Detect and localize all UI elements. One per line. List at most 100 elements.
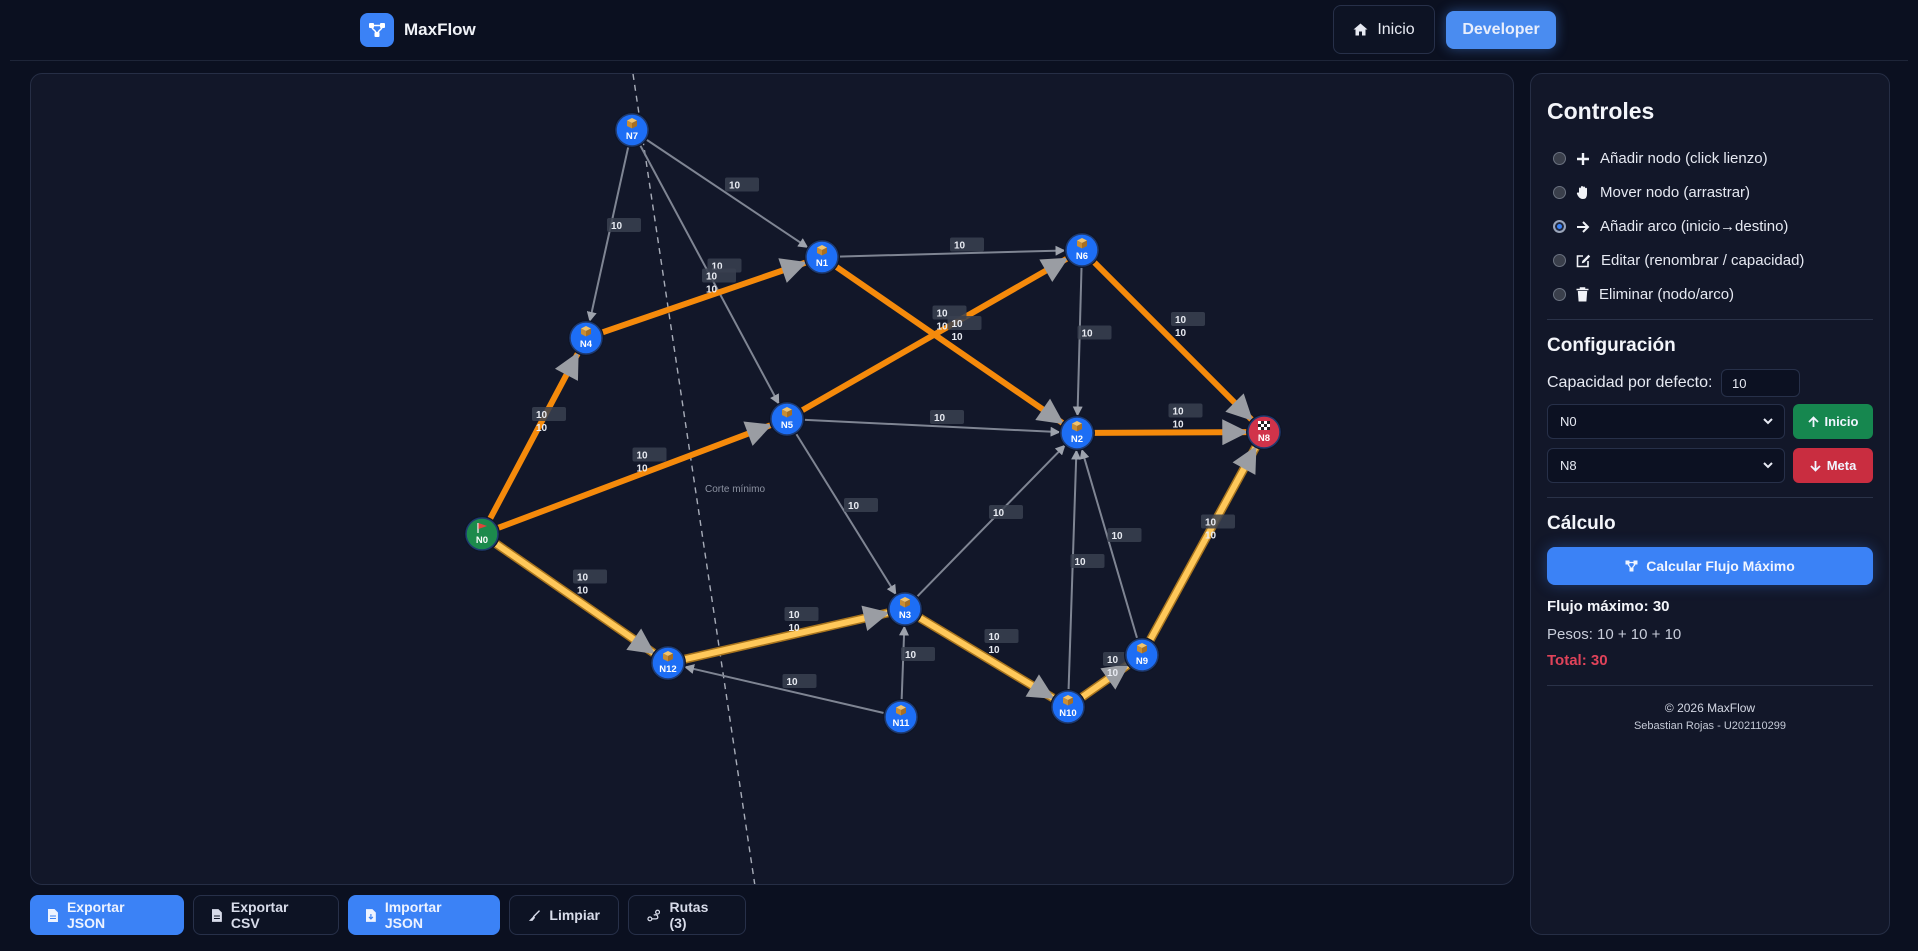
node-N9[interactable]: N9: [1124, 637, 1160, 673]
node-N8[interactable]: N8: [1246, 414, 1282, 450]
calculate-label: Calcular Flujo Máximo: [1646, 558, 1795, 574]
node-N0[interactable]: N0: [464, 516, 500, 552]
node-N1[interactable]: N1: [804, 239, 840, 275]
export-csv-button[interactable]: Exportar CSV: [193, 895, 339, 935]
edge-line[interactable]: [1072, 265, 1083, 417]
nav-developer-button[interactable]: Developer: [1446, 11, 1556, 49]
set-goal-button[interactable]: Meta: [1793, 448, 1873, 483]
mode-move-node[interactable]: Mover nodo (arrastrar): [1553, 184, 1750, 201]
capacity-text: 10: [952, 319, 964, 330]
node-label: N5: [781, 420, 794, 431]
mode-delete-radio[interactable]: [1553, 288, 1566, 301]
edge-label-N6-N8: 1010: [1171, 312, 1205, 339]
flow-text: 10: [937, 322, 949, 333]
import-json-label: Importar JSON: [384, 899, 442, 931]
mode-edit-radio[interactable]: [1553, 254, 1566, 267]
max-flow-result: Flujo máximo: 30: [1547, 598, 1670, 615]
edge-label-N5-N2: 10: [930, 410, 964, 424]
weights-result: Pesos: 10 + 10 + 10: [1547, 626, 1682, 643]
edge-label-N3-N10: 1010: [984, 629, 1019, 656]
set-start-button[interactable]: Inicio: [1793, 404, 1873, 439]
edge-N2-N8[interactable]: [1089, 419, 1251, 446]
edge-N7-N4[interactable]: [586, 145, 630, 322]
edge-N6-N2[interactable]: [1072, 265, 1083, 417]
edge-line[interactable]: [1089, 419, 1251, 446]
mode-edit[interactable]: Editar (renombrar / capacidad): [1553, 252, 1804, 269]
edge-N10-N2[interactable]: [1067, 449, 1082, 692]
node-N5[interactable]: N5: [769, 401, 805, 437]
edge-line[interactable]: [1146, 443, 1259, 644]
edge-line[interactable]: [1078, 661, 1132, 701]
flow-text: 10: [789, 623, 801, 634]
mode-delete[interactable]: Eliminar (nodo/arco): [1553, 286, 1734, 303]
capacity-text: 10: [729, 181, 741, 192]
routes-button[interactable]: Rutas (3): [628, 895, 746, 935]
edge-label-N11-N3: 10: [901, 647, 935, 661]
node-label: N12: [659, 664, 676, 675]
edge-N11-N12[interactable]: [684, 664, 886, 715]
edge-N0-N12[interactable]: [490, 538, 659, 658]
sink-select[interactable]: N8: [1547, 448, 1785, 483]
edge-N9-N8[interactable]: [1145, 442, 1261, 646]
node-N10[interactable]: N10: [1050, 689, 1086, 725]
edge-line[interactable]: [832, 263, 1067, 427]
node-N6[interactable]: N6: [1064, 232, 1100, 268]
edge-N5-N3[interactable]: [794, 432, 897, 596]
sink-select-value: N8: [1560, 458, 1577, 473]
clear-button[interactable]: Limpiar: [509, 895, 619, 935]
node-N3[interactable]: N3: [887, 591, 923, 627]
edge-N1-N2[interactable]: [832, 263, 1067, 427]
node-N12[interactable]: N12: [650, 645, 686, 681]
edit-icon: [1576, 254, 1591, 267]
mode-add-arc-radio[interactable]: [1553, 220, 1566, 233]
brand[interactable]: MaxFlow: [360, 13, 476, 47]
edge-N3-N2[interactable]: [915, 444, 1066, 599]
edge-N0-N4[interactable]: [486, 350, 582, 523]
edge-line[interactable]: [1090, 258, 1255, 423]
set-start-label: Inicio: [1824, 414, 1859, 429]
divider: [1547, 319, 1873, 320]
plus-icon: [1577, 152, 1589, 165]
edge-line[interactable]: [1079, 448, 1139, 640]
edge-line[interactable]: [794, 432, 897, 596]
default-capacity-input[interactable]: [1721, 369, 1800, 397]
node-N11[interactable]: N11: [883, 699, 919, 735]
export-csv-label: Exportar CSV: [230, 899, 289, 931]
edge-N0-N5[interactable]: [493, 421, 775, 532]
node-N2[interactable]: N2: [1059, 415, 1095, 451]
export-json-button[interactable]: Exportar JSON: [30, 895, 184, 935]
flow-text: 10: [1173, 420, 1185, 431]
source-select[interactable]: N0: [1547, 404, 1785, 439]
mode-add-node-radio[interactable]: [1553, 152, 1566, 165]
mode-add-arc[interactable]: Añadir arco (inicio→destino): [1553, 218, 1788, 235]
edge-line[interactable]: [684, 664, 886, 715]
edge-label-N7-N1: 10: [725, 177, 759, 192]
mode-add-node[interactable]: Añadir nodo (click lienzo): [1553, 150, 1768, 167]
nav-inicio-button[interactable]: Inicio: [1333, 5, 1435, 54]
edge-line[interactable]: [1067, 449, 1082, 692]
graph-canvas[interactable]: Corte mínimo 10 10 10 10 10 10 10 10 10 10 10 10 10 1…: [30, 73, 1514, 885]
import-json-button[interactable]: Importar JSON: [348, 895, 500, 935]
edge-line[interactable]: [586, 145, 630, 322]
capacity-text: 10: [905, 650, 917, 661]
edge-line[interactable]: [915, 444, 1066, 599]
edge-N7-N1[interactable]: [644, 138, 809, 249]
calculate-max-flow-button[interactable]: Calcular Flujo Máximo: [1547, 547, 1873, 585]
capacity-text: 10: [706, 272, 718, 283]
edge-N10-N9[interactable]: [1076, 660, 1133, 703]
edge-line[interactable]: [492, 540, 658, 657]
edge-line[interactable]: [899, 625, 910, 702]
capacity-text: 10: [536, 410, 548, 421]
edge-N9-N2[interactable]: [1079, 448, 1139, 640]
graph-svg[interactable]: Corte mínimo 101010101010101010101010 101…: [31, 74, 1514, 885]
node-label: N1: [816, 258, 829, 269]
edge-line[interactable]: [486, 350, 582, 523]
edge-N6-N8[interactable]: [1090, 258, 1255, 423]
edge-N11-N3[interactable]: [899, 625, 910, 702]
mode-move-node-radio[interactable]: [1553, 186, 1566, 199]
edge-line[interactable]: [644, 138, 809, 249]
node-N4[interactable]: N4: [568, 320, 604, 356]
node-N7[interactable]: N7: [614, 112, 650, 148]
edge-line[interactable]: [493, 421, 775, 532]
capacity-text: 10: [934, 413, 946, 424]
